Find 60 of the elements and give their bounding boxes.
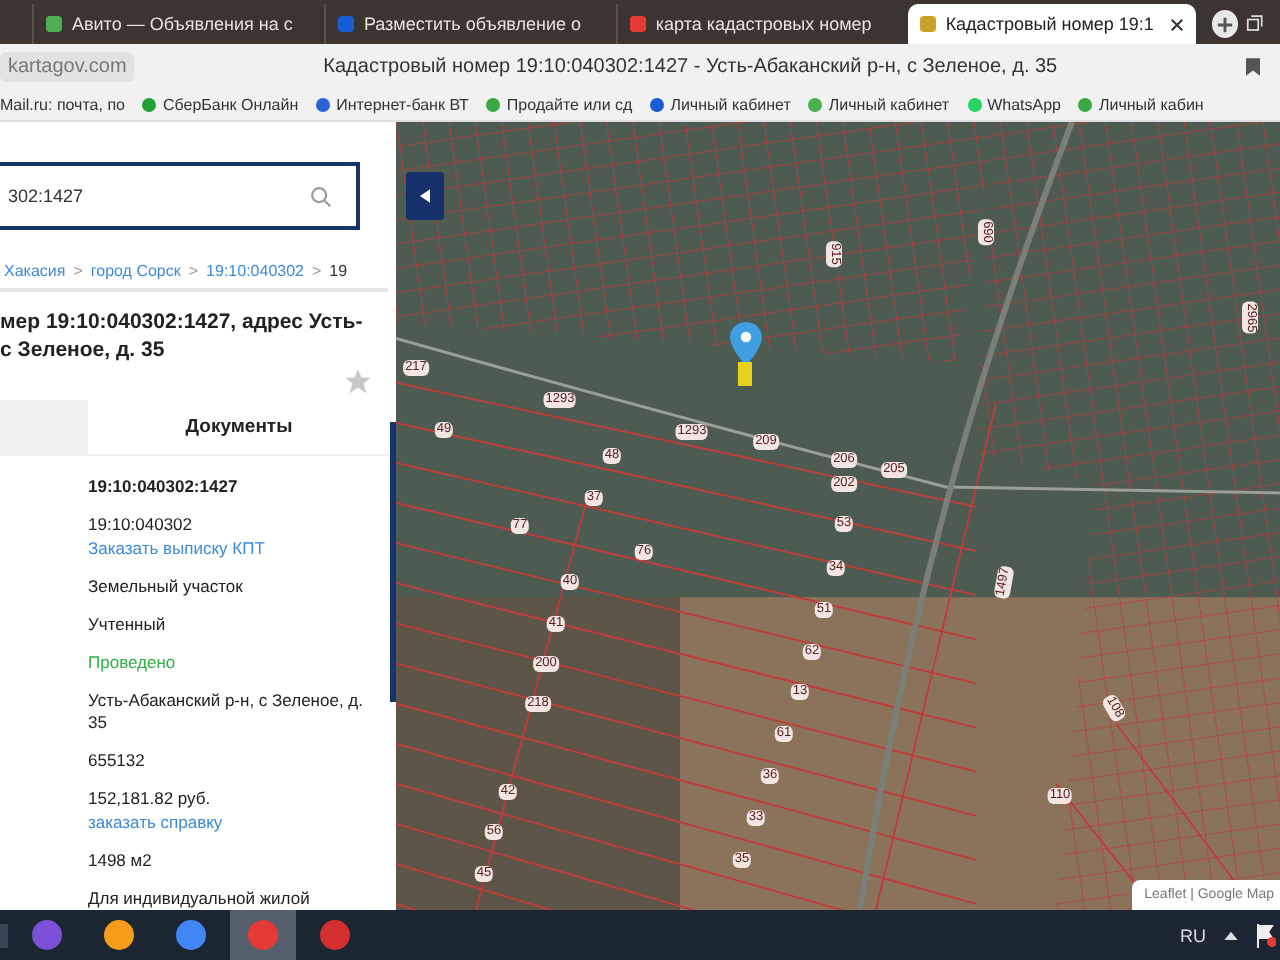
site-icon [967, 97, 982, 111]
breadcrumb-separator: > [188, 262, 199, 280]
field-value: Усть-Абаканский р-н, с Зеленое, д. 35 [88, 690, 366, 734]
bookmark-link[interactable]: Личный кабинет [828, 95, 950, 113]
close-icon[interactable] [1169, 17, 1184, 31]
breadcrumb-separator: > [73, 262, 83, 280]
field-value: Земельный участок [88, 576, 243, 598]
bookmark-link[interactable]: Mail.ru: почта, по [0, 95, 125, 113]
new-tab-button[interactable] [1211, 10, 1239, 38]
tabs-icon[interactable] [1246, 14, 1265, 32]
breadcrumb-link[interactable]: город Сорск [90, 262, 181, 280]
parcel-heading: мер 19:10:040302:1427, адрес Усть- с Зеленое, д. 35 [0, 308, 365, 364]
site-icon [1078, 97, 1093, 111]
bookmark-link[interactable]: Интернет-банк ВТ [336, 95, 469, 113]
plus-icon [1216, 15, 1234, 33]
site-icon [337, 16, 354, 32]
app-icon [176, 920, 206, 950]
star-icon[interactable] [344, 368, 372, 396]
site-icon [316, 97, 331, 111]
collapse-panel-button[interactable] [406, 172, 444, 220]
search-field[interactable]: 302:1427 [0, 162, 360, 230]
bookmark-link[interactable]: Личный кабин [1098, 95, 1204, 113]
site-icon [808, 97, 823, 111]
site-icon [486, 97, 501, 111]
order-link[interactable]: заказать справку [88, 812, 223, 834]
site-icon [650, 97, 665, 111]
site-icon [919, 16, 936, 32]
field-value: 152,181.82 руб. [88, 788, 211, 810]
app-icon [320, 920, 350, 950]
field-value: 19:10:040302:1427 [88, 476, 238, 498]
breadcrumb-link[interactable]: Хакасия [4, 262, 66, 280]
bookmark-icon[interactable] [1246, 57, 1260, 75]
caret-icon[interactable] [1224, 930, 1238, 940]
bookmark-link[interactable]: Личный кабинет [670, 95, 791, 113]
site-icon [142, 97, 157, 111]
bookmark-link[interactable]: СберБанк Онлайн [162, 95, 299, 113]
browser-tab[interactable]: Кадастровый номер 19:1 [907, 4, 1196, 44]
app-icon [32, 920, 62, 950]
site-icon [46, 16, 62, 32]
breadcrumb-separator: > [311, 262, 322, 280]
field-value: Проведено [88, 652, 176, 674]
flag-icon[interactable] [1256, 923, 1276, 947]
scrollbar-thumb[interactable] [390, 422, 396, 702]
bookmark-link[interactable]: Продайте или сд [506, 95, 633, 113]
bookmark-link[interactable]: WhatsApp [987, 95, 1061, 113]
field-value: Учтенный [88, 614, 166, 636]
app-icon [104, 920, 134, 950]
search-icon[interactable] [310, 185, 332, 207]
triangle-left-icon [420, 188, 430, 204]
language-indicator[interactable]: RU [1180, 925, 1206, 945]
page-title: Кадастровый номер 19:10:040302:1427 - Усть-Абаканский р-н, с Зеленое, д. 35 [321, 55, 1060, 77]
field-value: 655132 [88, 750, 145, 772]
app-icon [248, 920, 278, 950]
map-marker-icon[interactable] [730, 322, 762, 390]
order-link[interactable]: Заказать выписку КПТ [88, 538, 265, 560]
site-icon [629, 16, 646, 32]
field-value: Для индивидуальной жилой [88, 888, 310, 910]
field-value: 1498 м2 [88, 850, 152, 872]
breadcrumb-link[interactable]: 19:10:040302 [206, 262, 304, 280]
field-value: 19:10:040302 [88, 514, 192, 536]
